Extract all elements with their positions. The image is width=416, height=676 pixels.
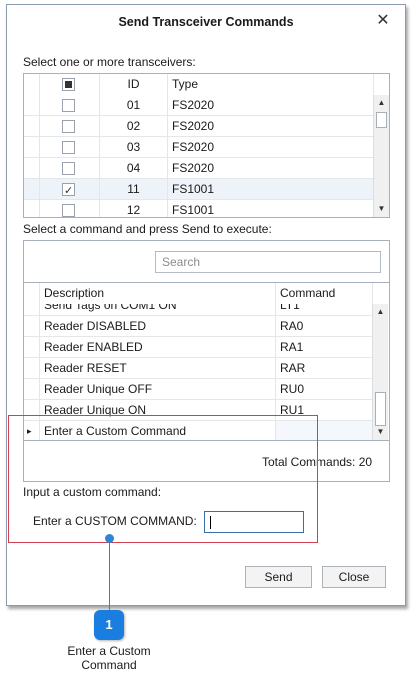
- row-pointer-icon: [24, 379, 40, 400]
- description-column-header[interactable]: Description: [40, 283, 276, 304]
- transceiver-checkbox[interactable]: [62, 120, 75, 133]
- command-description: Reader ENABLED: [40, 337, 276, 358]
- command-code: RA1: [276, 337, 373, 358]
- transceivers-label: Select one or more transceivers:: [23, 55, 196, 69]
- transceiver-scrollbar[interactable]: ▲ ▼: [373, 95, 389, 217]
- command-description: Reader DISABLED: [40, 316, 276, 337]
- command-code: RA0: [276, 316, 373, 337]
- transceiver-id: 02: [100, 116, 168, 137]
- transceiver-grid: ID Type 01 FS2020 02 FS2020 03 FS2020 04 FS2020…: [23, 73, 390, 218]
- type-column-header[interactable]: Type: [168, 74, 374, 95]
- close-icon[interactable]: ✕: [373, 11, 393, 31]
- command-search-input[interactable]: Search: [155, 251, 381, 273]
- transceiver-row[interactable]: 12 FS1001: [24, 200, 374, 217]
- scroll-down-icon[interactable]: ▼: [373, 424, 388, 440]
- transceiver-type: FS1001: [168, 179, 374, 200]
- command-scrollbar[interactable]: ▲ ▼: [372, 304, 388, 440]
- transceiver-header-row: ID Type: [24, 74, 374, 95]
- transceiver-type: FS2020: [168, 137, 374, 158]
- command-row[interactable]: Reader DISABLED RA0: [24, 316, 373, 337]
- commands-label: Select a command and press Send to execu…: [23, 222, 272, 236]
- send-button[interactable]: Send: [245, 566, 312, 588]
- scroll-thumb[interactable]: [375, 392, 386, 426]
- command-row[interactable]: Reader Unique OFF RU0: [24, 379, 373, 400]
- command-description: Reader Unique OFF: [40, 379, 276, 400]
- transceiver-type: FS2020: [168, 158, 374, 179]
- scroll-down-icon[interactable]: ▼: [374, 201, 389, 217]
- callout-caption: Enter a Custom Command: [67, 644, 151, 672]
- transceiver-row[interactable]: 02 FS2020: [24, 116, 374, 137]
- command-code: RAR: [276, 358, 373, 379]
- callout-line: [109, 538, 110, 612]
- row-pointer-icon: [24, 337, 40, 358]
- transceiver-id: 01: [100, 95, 168, 116]
- command-description: Reader RESET: [40, 358, 276, 379]
- command-row[interactable]: Reader ENABLED RA1: [24, 337, 373, 358]
- select-all-checkbox[interactable]: [62, 78, 75, 91]
- transceiver-id: 12: [100, 200, 168, 217]
- row-pointer-icon: [24, 358, 40, 379]
- callout-badge: 1: [94, 610, 124, 640]
- transceiver-id: 04: [100, 158, 168, 179]
- transceiver-checkbox[interactable]: [62, 141, 75, 154]
- transceiver-checkbox[interactable]: [62, 162, 75, 175]
- transceiver-checkbox[interactable]: [62, 181, 75, 200]
- transceiver-row[interactable]: 11FS1001: [24, 179, 374, 200]
- command-header-row: Description Command: [24, 283, 373, 304]
- transceiver-checkbox[interactable]: [62, 99, 75, 112]
- scroll-up-icon[interactable]: ▲: [373, 304, 388, 320]
- transceiver-row[interactable]: 03 FS2020: [24, 137, 374, 158]
- command-code: RU0: [276, 379, 373, 400]
- callout-anchor-dot: [105, 534, 114, 543]
- transceiver-type: FS2020: [168, 95, 374, 116]
- scroll-thumb[interactable]: [376, 112, 387, 128]
- scroll-up-icon[interactable]: ▲: [374, 95, 389, 111]
- dialog-title: Send Transceiver Commands: [118, 15, 294, 29]
- transceiver-id: 03: [100, 137, 168, 158]
- id-column-header[interactable]: ID: [100, 74, 168, 95]
- command-row[interactable]: Reader RESET RAR: [24, 358, 373, 379]
- command-column-header[interactable]: Command: [276, 283, 373, 304]
- row-pointer-icon: [24, 316, 40, 337]
- custom-command-highlight: [8, 415, 318, 543]
- transceiver-checkbox[interactable]: [62, 204, 75, 217]
- close-button[interactable]: Close: [322, 566, 386, 588]
- transceiver-row[interactable]: 01 FS2020: [24, 95, 374, 116]
- transceiver-type: FS2020: [168, 116, 374, 137]
- transceiver-id: 11: [100, 179, 168, 200]
- transceiver-type: FS1001: [168, 200, 374, 217]
- transceiver-row[interactable]: 04 FS2020: [24, 158, 374, 179]
